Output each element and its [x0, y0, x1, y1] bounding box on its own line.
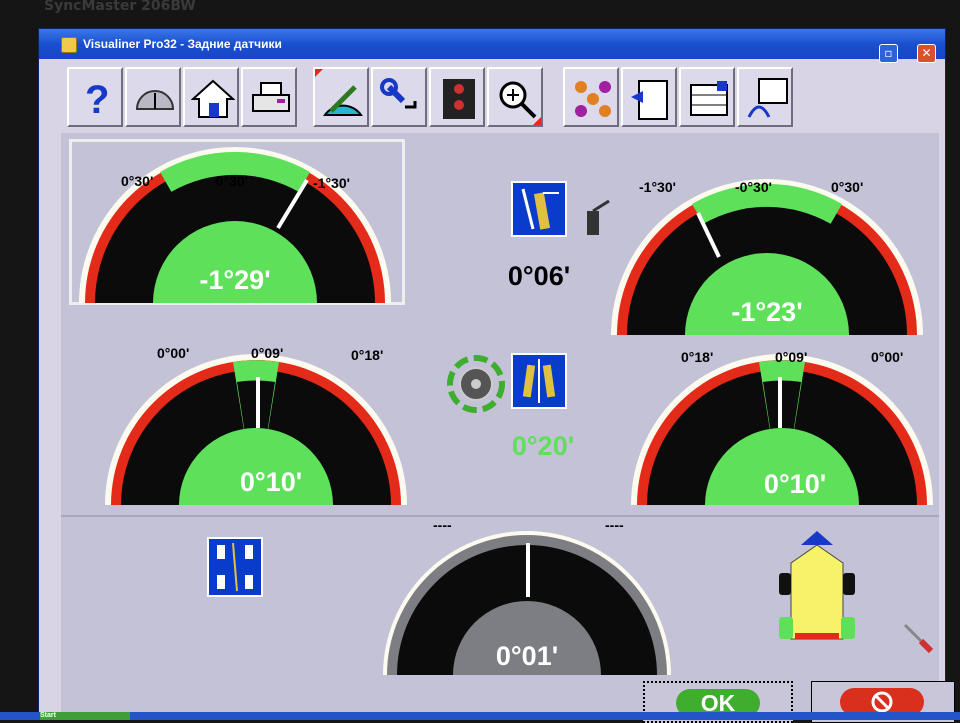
- printer-icon: [252, 82, 290, 112]
- screwdriver-icon[interactable]: [901, 621, 935, 655]
- app-icon: [61, 37, 77, 53]
- adjust-button[interactable]: [313, 67, 369, 127]
- vehicle-axles-icon: [217, 542, 253, 592]
- steering-wheel-icon[interactable]: [447, 355, 505, 413]
- thrust-angle-button[interactable]: [207, 537, 263, 597]
- rear-left-toe-scale-left: 0°00': [157, 345, 190, 361]
- meters-button[interactable]: [125, 67, 181, 127]
- computer-icon: [747, 78, 788, 118]
- thrust-angle-value: 0°01': [495, 641, 559, 671]
- wrench-icon: [380, 78, 417, 109]
- help-button[interactable]: ?: [67, 67, 123, 127]
- rear-right-camber-scale-right: 0°30': [831, 179, 864, 195]
- svg-text:?: ?: [85, 78, 109, 121]
- nodes-icon: [575, 81, 611, 117]
- close-button[interactable]: ✕: [917, 44, 936, 63]
- sensors-button[interactable]: [737, 67, 793, 127]
- report-button[interactable]: [679, 67, 735, 127]
- film-icon: [443, 79, 475, 119]
- zoom-button[interactable]: [487, 67, 543, 127]
- table-icon: [690, 81, 728, 116]
- taskbar: [0, 712, 960, 720]
- cross-camber-button[interactable]: [511, 181, 567, 237]
- protractor-pencil-icon: [323, 85, 363, 116]
- print-button[interactable]: [241, 67, 297, 127]
- rear-right-toe-scale-center: 0°09': [775, 349, 808, 365]
- corner-marker: [315, 69, 323, 77]
- home-icon: [191, 79, 235, 118]
- video-button[interactable]: [429, 67, 485, 127]
- help-icon: ?: [85, 78, 109, 121]
- rear-right-toe-value: 0°10': [763, 469, 827, 499]
- rear-left-camber-value: -1°29': [199, 265, 271, 295]
- rear-left-toe-value: 0°10': [239, 467, 303, 497]
- specs-button[interactable]: [621, 67, 677, 127]
- home-button[interactable]: [183, 67, 239, 127]
- cross-camber-value: 0°06': [507, 261, 571, 291]
- toolbar: ?: [53, 63, 933, 131]
- rear-left-camber-scale-left: 0°30': [121, 173, 154, 189]
- thrust-angle-scale-left: ----: [433, 517, 452, 533]
- procedure-button[interactable]: [563, 67, 619, 127]
- rear-left-camber-scale-right: -1°30': [313, 175, 350, 191]
- window-title: Visualiner Pro32 - Задние датчики: [83, 37, 282, 51]
- clipboard-icon: [631, 80, 668, 120]
- thrust-angle-scale-right: ----: [605, 517, 624, 533]
- rear-right-toe-scale-left: 0°18': [681, 349, 714, 365]
- rear-right-camber-scale-left: -1°30': [639, 179, 676, 195]
- rear-left-toe-scale-right: 0°18': [351, 347, 384, 363]
- alignment-panel: 0°30' -0°30' -1°30' -1°29' -1°30' -0°30'…: [61, 133, 955, 723]
- toe-diagram-icon: [522, 359, 556, 403]
- total-toe-value: 0°20': [511, 431, 575, 461]
- jack-icon: [587, 199, 610, 235]
- rear-right-toe-scale-right: 0°00': [871, 349, 904, 365]
- minimize-button[interactable]: ▫: [879, 44, 898, 63]
- camber-diagram-icon: [521, 188, 559, 230]
- tools-button[interactable]: [371, 67, 427, 127]
- title-bar[interactable]: Visualiner Pro32 - Задние датчики ▫ ✕: [39, 29, 945, 63]
- rear-right-camber-scale-center: -0°30': [735, 179, 772, 195]
- app-window: Visualiner Pro32 - Задние датчики ▫ ✕ ?: [38, 28, 955, 723]
- vehicle-graphic: [779, 531, 855, 640]
- rear-right-camber-value: -1°23': [731, 297, 803, 327]
- gauge-icon: [135, 90, 175, 110]
- zoom-icon: [499, 81, 537, 119]
- rear-left-toe-scale-center: 0°09': [251, 345, 284, 361]
- start-button[interactable]: Start: [40, 712, 130, 720]
- total-toe-button[interactable]: [511, 353, 567, 409]
- rear-left-camber-scale-center: -0°30': [211, 173, 248, 189]
- monitor-brand: SyncMaster 206BW: [44, 0, 196, 14]
